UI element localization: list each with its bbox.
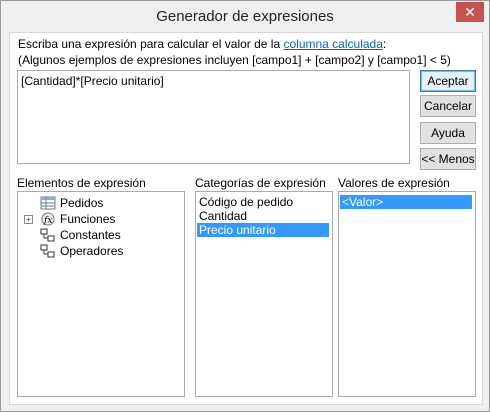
tree-item-constantes[interactable]: Constantes [40,227,180,243]
list-item[interactable]: Precio unitario [197,223,329,237]
tree-item-label: Constantes [60,228,121,242]
instruction-text: Escriba una expresión para calcular el v… [18,37,284,51]
expression-elements-label: Elementos de expresión [17,176,146,190]
cancel-button[interactable]: Cancelar [420,95,476,117]
expand-icon[interactable]: + [24,215,33,224]
function-icon: fx [41,212,55,226]
tree-item-label: Funciones [60,212,116,226]
tree-item-label: Operadores [60,244,124,258]
table-icon [40,196,56,210]
expression-text: [Cantidad]*[Precio unitario] [21,74,164,88]
expression-values-label: Valores de expresión [338,176,450,190]
svg-text:fx: fx [43,216,52,226]
operators-icon [40,244,55,258]
list-item[interactable]: Código de pedido [197,195,329,209]
instruction-line-2: (Algunos ejemplos de expresiones incluye… [18,53,451,67]
expression-categories-list[interactable]: Código de pedido Cantidad Precio unitari… [195,191,333,397]
calculated-column-link[interactable]: columna calculada [283,37,382,51]
list-item[interactable]: Cantidad [197,209,329,223]
expression-elements-tree[interactable]: Pedidos + fx Funciones Constantes Operad… [17,191,185,397]
list-item[interactable]: <Valor> [340,195,472,209]
tree-item-funciones[interactable]: + fx Funciones [24,211,180,227]
dialog-title: Generador de expresiones [156,8,334,25]
instruction-colon: : [382,37,387,51]
expression-editor[interactable]: [Cantidad]*[Precio unitario] [17,70,410,164]
tree-item-operadores[interactable]: Operadores [40,243,180,259]
accept-button[interactable]: Aceptar [420,70,476,92]
tree-item-pedidos[interactable]: Pedidos [40,195,180,211]
less-button[interactable]: << Menos [420,148,476,170]
instruction-line-1: Escriba una expresión para calcular el v… [18,37,386,51]
expression-builder-dialog: Generador de expresiones ✕ Escriba una e… [0,0,490,412]
constants-icon [40,228,55,242]
expression-categories-label: Categorías de expresión [195,176,326,190]
close-button[interactable]: ✕ [456,2,484,22]
tree-item-label: Pedidos [60,196,104,210]
expression-values-list[interactable]: <Valor> [338,191,476,397]
help-button[interactable]: Ayuda [420,122,476,144]
title-bar: Generador de expresiones ✕ [1,1,489,32]
dialog-body: Escriba una expresión para calcular el v… [9,32,483,405]
